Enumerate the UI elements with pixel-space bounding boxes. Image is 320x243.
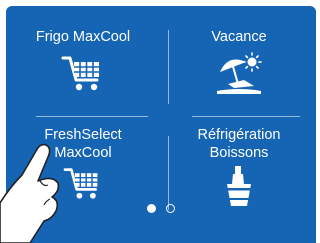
page-dot[interactable] bbox=[166, 204, 176, 213]
page-dot-active[interactable] bbox=[146, 204, 156, 213]
tile-label: Vacance bbox=[211, 29, 267, 45]
tile-label-line: MaxCool bbox=[54, 145, 112, 161]
beach-umbrella-sun-icon bbox=[217, 52, 262, 94]
shopping-cart-icon bbox=[61, 56, 99, 91]
page-indicator bbox=[6, 200, 316, 213]
shopping-cart-icon bbox=[63, 168, 98, 199]
tile-label-line: Boissons bbox=[209, 145, 269, 161]
tile-label-line: Réfrigération bbox=[197, 127, 281, 143]
tile-label-line: FreshSelect bbox=[44, 127, 122, 143]
horizontal-divider bbox=[36, 116, 148, 117]
mode-panel: Frigo MaxCool Vacance FreshSelect MaxCoo… bbox=[6, 6, 316, 243]
tile-label: Réfrigération Boissons bbox=[162, 126, 316, 162]
tile-vacance[interactable]: Vacance bbox=[162, 6, 316, 116]
vertical-divider bbox=[168, 136, 169, 210]
tile-label: Frigo MaxCool bbox=[35, 29, 131, 45]
screen: Frigo MaxCool Vacance FreshSelect MaxCoo… bbox=[0, 0, 320, 243]
tile-frigo-maxcool[interactable]: Frigo MaxCool bbox=[6, 6, 160, 116]
vertical-divider bbox=[168, 30, 169, 104]
tile-label: FreshSelect MaxCool bbox=[6, 126, 160, 162]
horizontal-divider bbox=[192, 116, 300, 117]
